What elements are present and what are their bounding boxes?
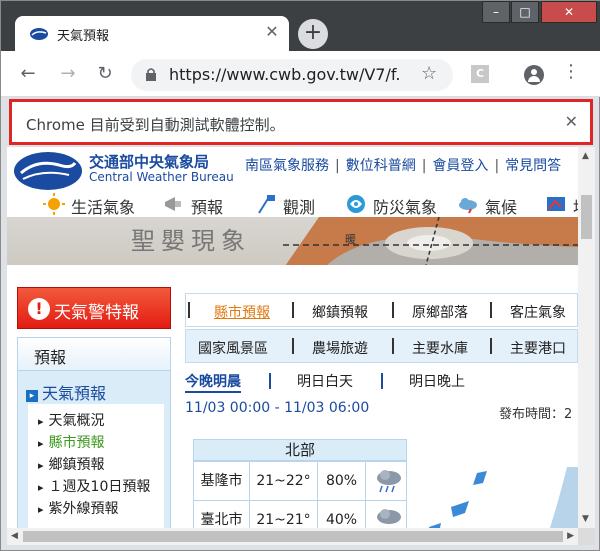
- sidebar-item-township[interactable]: 鄉鎮預報: [38, 454, 105, 474]
- tab-close-icon[interactable]: ✕: [262, 22, 282, 42]
- automation-infobar: Chrome 目前受到自動測試軟體控制。 ✕: [9, 99, 593, 145]
- collapse-icon: ▸: [26, 390, 38, 402]
- tab-title: 天氣預報: [57, 29, 110, 44]
- issue-time: 發布時間：2: [499, 407, 573, 422]
- weather-alert-button[interactable]: ! 天氣警特報: [17, 287, 171, 329]
- subtab-tonight[interactable]: 今晚明晨: [185, 371, 241, 393]
- forecast-period: 11/03 00:00 - 11/03 06:00: [185, 400, 370, 416]
- tab-scenic[interactable]: 國家風景區: [198, 338, 268, 358]
- forecast-menu: 預報 ▸天氣預報 天氣概況 縣市預報 鄉鎮預報 １週及10日預報 紫外線預報: [17, 337, 171, 528]
- rain-cloud-icon: [377, 509, 401, 524]
- tab-row-2: 國家風景區 農場旅遊 主要水庫 主要港口: [185, 329, 578, 363]
- tab-row-1: 縣市預報 鄉鎮預報 原鄉部落 客庄氣象: [185, 293, 578, 327]
- sidebar-item-uv[interactable]: 紫外線預報: [38, 498, 119, 518]
- forecast-menu-header[interactable]: 預報: [18, 338, 170, 371]
- close-window-button[interactable]: ✕: [541, 1, 597, 23]
- instrument-icon: [258, 195, 275, 214]
- subtab-tomorrow-night[interactable]: 明日晚上: [409, 371, 465, 391]
- tab-strip: 天氣預報 ✕ + – □ ✕: [1, 1, 600, 52]
- infobar-close-icon[interactable]: ✕: [565, 112, 578, 131]
- el-nino-map: [283, 217, 578, 269]
- top-link-faq[interactable]: 常見問答: [505, 158, 561, 174]
- minimize-button[interactable]: –: [482, 1, 510, 23]
- browser-toolbar: ← → ↻ https://www.cwb.gov.tw/V7/f... ☆ C…: [1, 51, 600, 97]
- browser-window: 天氣預報 ✕ + – □ ✕ ← → ↻ https://www.cwb.gov…: [0, 0, 600, 551]
- banner-small-text: 暖: [345, 233, 356, 246]
- scroll-up-icon[interactable]: ▲: [582, 151, 589, 161]
- reload-icon[interactable]: ↻: [92, 61, 118, 87]
- tab-farm[interactable]: 農場旅遊: [312, 338, 368, 358]
- region-header: 北部: [193, 439, 407, 461]
- table-row[interactable]: 臺北市 21~21° 40%: [193, 500, 407, 528]
- url-text[interactable]: https://www.cwb.gov.tw/V7/f...: [169, 65, 399, 84]
- city-name: 臺北市: [194, 501, 250, 528]
- new-tab-button[interactable]: +: [298, 19, 328, 49]
- banner-title: 聖嬰現象: [131, 227, 251, 255]
- maximize-button[interactable]: □: [511, 1, 539, 23]
- sidebar-item-week[interactable]: １週及10日預報: [38, 476, 151, 496]
- cwb-logo-icon[interactable]: [13, 151, 83, 191]
- horizontal-scroll-thumb[interactable]: [23, 531, 563, 542]
- table-row[interactable]: 基隆市 21~22° 80%: [193, 461, 407, 501]
- tab-county[interactable]: 縣市預報: [214, 302, 270, 322]
- horizontal-scrollbar[interactable]: ◀ ▶: [7, 528, 578, 545]
- weather-forecast-link[interactable]: ▸ 天氣預報: [26, 380, 106, 404]
- tab-tribe[interactable]: 原鄉部落: [412, 302, 468, 322]
- alert-label: 天氣警特報: [54, 303, 139, 323]
- subtab-tomorrow-day[interactable]: 明日白天: [297, 371, 353, 391]
- forward-icon[interactable]: →: [55, 61, 81, 87]
- tab-township[interactable]: 鄉鎮預報: [312, 302, 368, 322]
- top-links: 南區氣象服務 | 數位科普網 | 會員登入 | 常見問答: [245, 158, 562, 174]
- top-link-south[interactable]: 南區氣象服務: [245, 158, 329, 174]
- vertical-scrollbar[interactable]: ▲ ▼: [578, 147, 595, 528]
- temperature: 21~21°: [250, 501, 318, 528]
- sidebar-item-county[interactable]: 縣市預報: [38, 432, 105, 452]
- browser-tab[interactable]: 天氣預報 ✕: [15, 16, 289, 52]
- back-icon[interactable]: ←: [15, 61, 41, 87]
- tab-reservoir[interactable]: 主要水庫: [412, 338, 468, 358]
- cwb-favicon-icon: [30, 28, 48, 40]
- rain-probability: 40%: [318, 501, 366, 528]
- temperature: 21~22°: [250, 462, 318, 500]
- cloud-icon: [459, 198, 477, 214]
- extension-icon[interactable]: C: [471, 65, 489, 83]
- infobar-text: Chrome 目前受到自動測試軟體控制。: [26, 116, 285, 134]
- rain-cloud-icon: [377, 470, 401, 493]
- sun-icon: [43, 193, 65, 215]
- page-viewport: 交通部中央氣象局 Central Weather Bureau 南區氣象服務 | 數…: [7, 147, 578, 528]
- scrollbar-corner: [578, 528, 595, 545]
- alert-icon: !: [28, 298, 50, 320]
- menu-icon[interactable]: ⋮: [562, 61, 580, 82]
- tab-hakka[interactable]: 客庄氣象: [510, 302, 566, 322]
- star-icon[interactable]: ☆: [421, 63, 437, 84]
- forecast-submenu: 天氣概況 縣市預報 鄉鎮預報 １週及10日預報 紫外線預報: [28, 404, 164, 528]
- sidebar-item-overview[interactable]: 天氣概況: [38, 410, 105, 430]
- cloud-divider: [7, 265, 578, 283]
- vertical-scroll-thumb[interactable]: [581, 195, 592, 239]
- forecast-tabs: 縣市預報 鄉鎮預報 原鄉部落 客庄氣象 國家風景區 農場旅遊 主要水庫 主要港口: [185, 293, 578, 363]
- sidebar: ! 天氣警特報 預報 ▸天氣預報 天氣概況 縣市預報 鄉鎮預報 １週及10日預報…: [17, 287, 171, 528]
- top-link-science[interactable]: 數位科普網: [346, 158, 416, 174]
- megaphone-icon: [165, 197, 181, 211]
- logo-chinese-name[interactable]: 交通部中央氣象局: [89, 151, 209, 172]
- earthquake-icon: [547, 197, 565, 211]
- address-bar[interactable]: https://www.cwb.gov.tw/V7/f... ☆: [131, 59, 453, 91]
- tab-port[interactable]: 主要港口: [510, 338, 566, 358]
- scroll-down-icon[interactable]: ▼: [582, 514, 589, 524]
- scroll-left-icon[interactable]: ◀: [11, 531, 18, 541]
- logo-english-name[interactable]: Central Weather Bureau: [89, 170, 234, 184]
- lock-icon: [146, 68, 156, 81]
- taiwan-map[interactable]: [417, 467, 578, 528]
- city-name: 基隆市: [194, 462, 250, 500]
- scroll-right-icon[interactable]: ▶: [567, 531, 574, 541]
- top-link-login[interactable]: 會員登入: [432, 158, 488, 174]
- rain-probability: 80%: [318, 462, 366, 500]
- account-icon[interactable]: [524, 65, 544, 85]
- banner: 聖嬰現象 暖: [7, 217, 578, 269]
- typhoon-icon: [347, 195, 365, 213]
